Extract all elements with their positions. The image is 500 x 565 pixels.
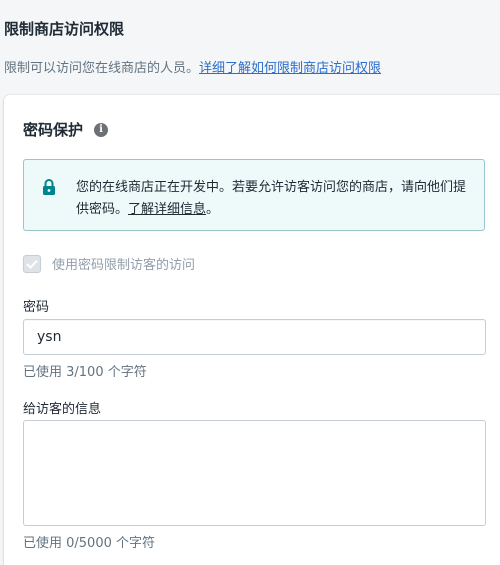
card-title: 密码保护 i — [23, 119, 109, 140]
learn-more-link[interactable]: 详细了解如何限制商店访问权限 — [199, 61, 381, 76]
message-char-count: 已使用 0/5000 个字符 — [23, 536, 155, 551]
password-char-count: 已使用 3/100 个字符 — [23, 365, 147, 380]
banner-message: 您的在线商店正在开发中。若要允许访客访问您的商店，请向他们提供密码。了解详细信息… — [76, 177, 472, 221]
password-label: 密码 — [23, 300, 50, 315]
page-description: 限制可以访问您在线商店的人员。详细了解如何限制商店访问权限 — [4, 57, 381, 76]
banner-suffix: 。 — [206, 202, 220, 217]
password-input[interactable] — [23, 319, 486, 355]
info-icon[interactable]: i — [94, 122, 109, 137]
checkbox-label: 使用密码限制访客的访问 — [52, 258, 196, 273]
learn-details-link[interactable]: 了解详细信息 — [128, 202, 206, 217]
page-title: 限制商店访问权限 — [4, 20, 125, 38]
restrict-access-checkbox-row[interactable]: 使用密码限制访客的访问 — [23, 254, 195, 273]
password-protection-card: 密码保护 i 您的在线商店正在开发中。若要允许访客访问您的商店，请向他们提供密码… — [4, 95, 500, 565]
message-label: 给访客的信息 — [23, 402, 102, 417]
card-title-text: 密码保护 — [23, 121, 84, 139]
page-description-text: 限制可以访问您在线商店的人员。 — [4, 61, 200, 76]
lock-icon — [43, 179, 55, 195]
info-banner: 您的在线商店正在开发中。若要允许访客访问您的商店，请向他们提供密码。了解详细信息… — [23, 159, 485, 231]
visitor-message-textarea[interactable] — [23, 420, 486, 526]
checkmark-icon — [26, 259, 38, 269]
restrict-access-checkbox[interactable] — [23, 254, 41, 273]
